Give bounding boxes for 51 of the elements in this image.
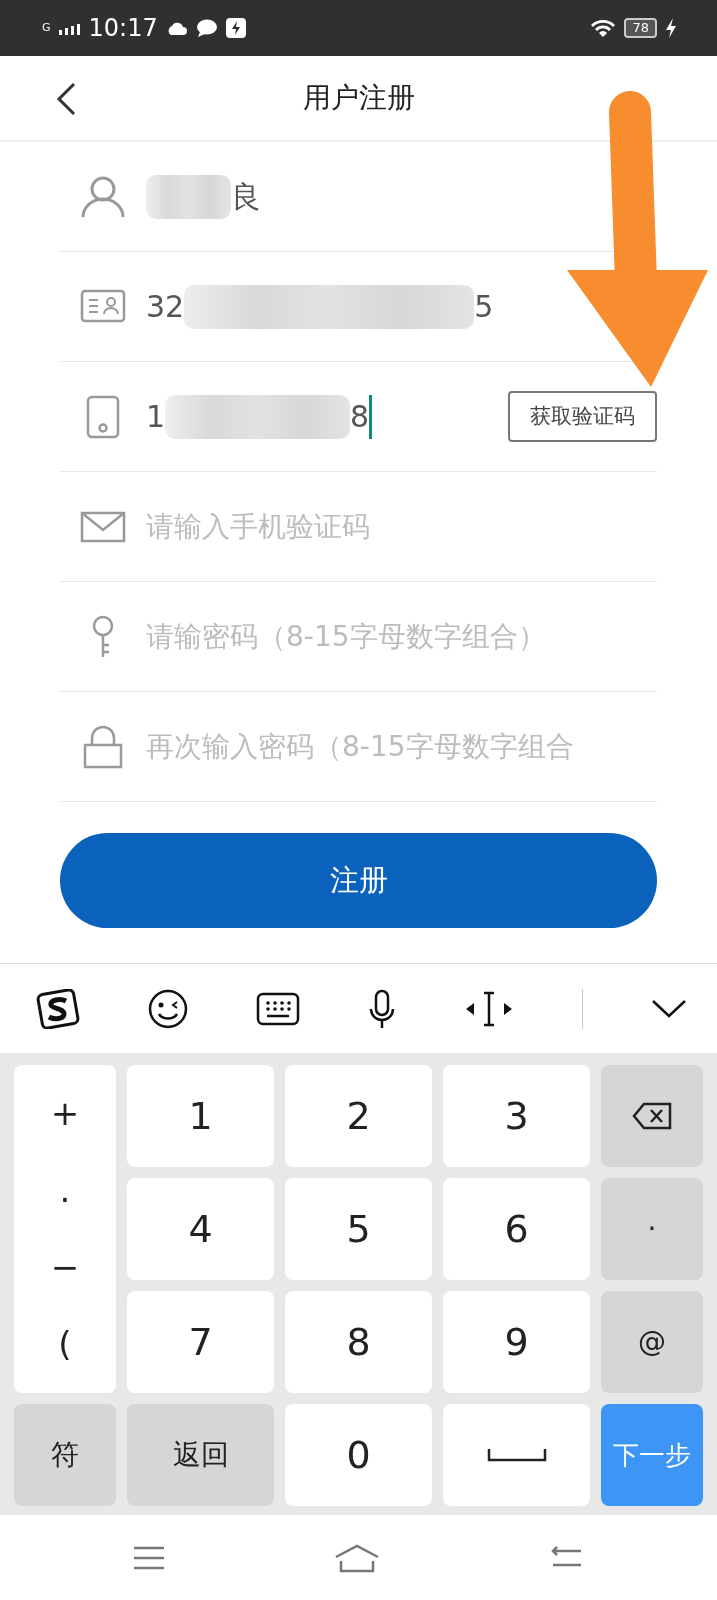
- network-label: G: [42, 20, 51, 36]
- wifi-icon: [590, 18, 617, 38]
- collapse-chevron-icon[interactable]: [651, 998, 687, 1019]
- get-code-button[interactable]: 获取验证码: [508, 390, 657, 443]
- symbol-key[interactable]: (: [58, 1319, 72, 1370]
- field-value: 32: [146, 288, 185, 326]
- number-key[interactable]: 3: [443, 1065, 590, 1167]
- back-icon[interactable]: [56, 82, 78, 116]
- page-title: 用户注册: [302, 80, 415, 116]
- signal-icon: [58, 21, 81, 35]
- backspace-icon: [632, 1102, 672, 1130]
- number-key[interactable]: 9: [443, 1291, 590, 1393]
- input-field[interactable]: 请输入手机验证码: [146, 505, 656, 548]
- keyboard-key[interactable]: @: [601, 1291, 703, 1393]
- number-key[interactable]: 8: [285, 1291, 432, 1393]
- symbol-key[interactable]: −: [50, 1242, 80, 1293]
- input-field[interactable]: 请输密码（8-15字母数字组合）: [146, 615, 656, 658]
- register-button[interactable]: 注册: [60, 833, 657, 928]
- field-value: 良: [231, 178, 261, 216]
- cursor-move-icon[interactable]: [464, 990, 514, 1027]
- microphone-icon[interactable]: [368, 988, 396, 1029]
- number-key[interactable]: 2: [285, 1065, 432, 1167]
- number-key[interactable]: 4: [127, 1178, 274, 1280]
- charging-icon: [665, 18, 677, 38]
- symbol-list[interactable]: + . − (: [14, 1065, 116, 1393]
- ime-logo-icon[interactable]: [36, 988, 80, 1029]
- keyboard-key[interactable]: ·: [601, 1178, 703, 1280]
- number-key[interactable]: 0: [285, 1404, 432, 1506]
- keyboard-key[interactable]: 返回: [127, 1404, 274, 1506]
- backspace-key[interactable]: [601, 1065, 703, 1167]
- status-time: 10:17: [88, 13, 158, 44]
- field-value: 1: [146, 398, 166, 436]
- chat-bubble-icon: [195, 19, 218, 37]
- symbol-key[interactable]: +: [50, 1088, 80, 1139]
- symbol-key[interactable]: .: [59, 1165, 71, 1216]
- keyboard-icon[interactable]: [256, 991, 300, 1026]
- flash-app-icon: [225, 18, 246, 38]
- input-field[interactable]: 再次输入密码（8-15字母数字组合: [146, 725, 656, 768]
- number-key[interactable]: 7: [127, 1291, 274, 1393]
- menu-icon[interactable]: [132, 1544, 167, 1571]
- number-key[interactable]: 1: [127, 1065, 274, 1167]
- number-key[interactable]: 6: [443, 1178, 590, 1280]
- person-icon: [80, 174, 126, 219]
- keyboard-key[interactable]: 符: [14, 1404, 116, 1506]
- space-icon: [486, 1447, 547, 1463]
- field-value: 5: [474, 288, 494, 326]
- emoji-icon[interactable]: [148, 988, 188, 1029]
- field-value: 8: [350, 398, 370, 436]
- home-icon[interactable]: [334, 1542, 381, 1573]
- number-key[interactable]: 5: [285, 1178, 432, 1280]
- battery-level: 78: [624, 18, 657, 38]
